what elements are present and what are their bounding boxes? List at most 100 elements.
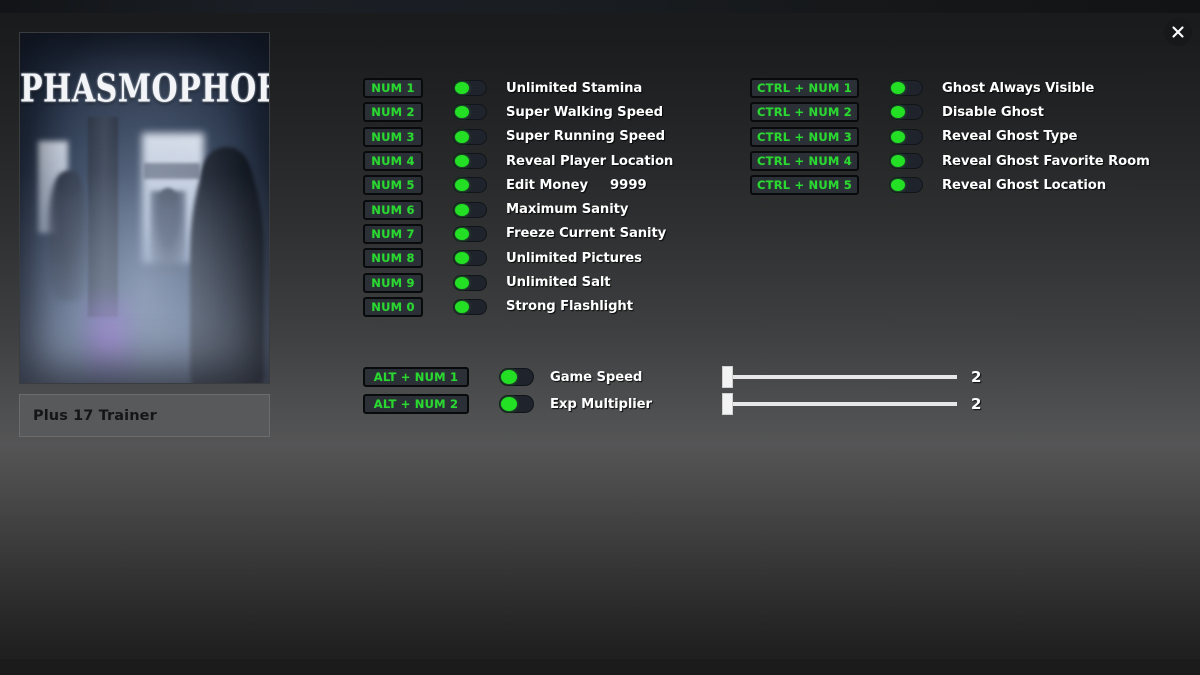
cheat-row: NUM 8 Unlimited Pictures [363,246,673,270]
toggle-knob [891,130,905,143]
cheat-label: Reveal Ghost Location [942,177,1107,193]
toggle-knob [891,82,905,95]
toggle-knob [455,106,469,119]
cheat-toggle[interactable] [889,104,923,121]
cheat-label: Unlimited Pictures [506,250,642,266]
toggle-knob [891,106,905,119]
cheat-row: NUM 7 Freeze Current Sanity [363,222,673,246]
toggle-knob [455,227,469,240]
trainer-name-label: Plus 17 Trainer [33,407,157,424]
cheat-value[interactable]: 9999 [610,178,647,193]
slider-thumb[interactable] [722,366,733,388]
hotkey-button[interactable]: NUM 0 [363,296,423,317]
cheat-toggle[interactable] [889,177,923,194]
slider-value: 2 [971,368,982,386]
hotkey-button[interactable]: CTRL + NUM 1 [750,78,859,99]
slider-thumb[interactable] [722,393,733,415]
toggle-knob [455,276,469,289]
cheat-toggle[interactable] [453,274,487,291]
toggle-knob [891,155,905,168]
slider-label: Exp Multiplier [550,396,652,412]
toggle-knob [501,397,517,411]
cheat-row: CTRL + NUM 1 Ghost Always Visible [750,76,1150,100]
cheat-toggle[interactable] [453,128,487,145]
cheat-row: NUM 5 Edit Money 9999 [363,173,673,197]
hotkey-button[interactable]: NUM 1 [363,78,423,99]
cheat-toggle[interactable] [453,80,487,97]
cheat-toggle[interactable] [453,225,487,242]
slider-row: ALT + NUM 1 Game Speed 2 [363,365,981,389]
toggle-knob [501,370,517,384]
hotkey-button[interactable]: NUM 5 [363,175,423,196]
cheat-label: Reveal Player Location [506,153,674,169]
close-button[interactable] [1164,18,1192,46]
slider-toggle[interactable] [499,368,534,386]
cheat-row: CTRL + NUM 4 Reveal Ghost Favorite Room [750,149,1150,173]
toggle-knob [891,179,905,192]
cheat-row: NUM 4 Reveal Player Location [363,149,673,173]
cheat-row: CTRL + NUM 2 Disable Ghost [750,100,1150,124]
slider-track[interactable] [722,366,957,388]
cheat-row: NUM 9 Unlimited Salt [363,270,673,294]
hotkey-button[interactable]: NUM 2 [363,102,423,123]
hotkey-button[interactable]: NUM 7 [363,223,423,244]
game-cover-panel: PHASMOPHOBIA Plus 17 Trainer [19,32,270,437]
toggle-knob [455,130,469,143]
hotkey-button[interactable]: CTRL + NUM 5 [750,175,859,196]
toggle-knob [455,155,469,168]
cheat-row: CTRL + NUM 3 Reveal Ghost Type [750,125,1150,149]
cheat-label: Unlimited Salt [506,275,611,291]
slider-value: 2 [971,395,982,413]
trainer-name-plate: Plus 17 Trainer [19,394,270,437]
cheat-column-left: NUM 1 Unlimited Stamina NUM 2 Super Walking… [363,76,673,319]
hotkey-button[interactable]: CTRL + NUM 4 [750,151,859,172]
toggle-knob [455,203,469,216]
cheat-label: Ghost Always Visible [942,80,1095,96]
cheat-toggle[interactable] [453,177,487,194]
cheat-toggle[interactable] [453,153,487,170]
toggle-knob [455,300,469,313]
cheat-toggle[interactable] [453,298,487,315]
hotkey-button[interactable]: NUM 3 [363,126,423,147]
cheat-label: Strong Flashlight [506,299,633,315]
hotkey-button[interactable]: ALT + NUM 2 [363,394,469,414]
hotkey-button[interactable]: CTRL + NUM 3 [750,126,859,147]
close-icon [1171,25,1185,39]
cheat-toggle[interactable] [453,201,487,218]
cheat-toggle[interactable] [889,128,923,145]
cheat-label: Disable Ghost [942,104,1044,120]
cheat-label: Freeze Current Sanity [506,226,667,242]
hotkey-button[interactable]: CTRL + NUM 2 [750,102,859,123]
toggle-knob [455,179,469,192]
slider-toggle[interactable] [499,395,534,413]
cheat-toggle[interactable] [889,80,923,97]
cheat-row: NUM 6 Maximum Sanity [363,197,673,221]
cheat-row: NUM 3 Super Running Speed [363,125,673,149]
slider-label: Game Speed [550,369,643,385]
cheat-row: CTRL + NUM 5 Reveal Ghost Location [750,173,1150,197]
hotkey-button[interactable]: NUM 6 [363,199,423,220]
slider-group: ALT + NUM 1 Game Speed 2 ALT + NUM 2 Exp Mul… [363,365,981,416]
cheat-toggle[interactable] [889,153,923,170]
cheat-toggle[interactable] [453,250,487,267]
cheat-label: Reveal Ghost Type [942,129,1078,145]
cheat-row: NUM 1 Unlimited Stamina [363,76,673,100]
hotkey-button[interactable]: ALT + NUM 1 [363,367,469,387]
hotkey-button[interactable]: NUM 8 [363,248,423,269]
hotkey-button[interactable]: NUM 9 [363,272,423,293]
cheat-toggle[interactable] [453,104,487,121]
game-title-logo: PHASMOPHOBIA [20,67,269,112]
cheat-label: Maximum Sanity [506,202,629,218]
hotkey-button[interactable]: NUM 4 [363,151,423,172]
game-cover-art: PHASMOPHOBIA [19,32,270,384]
cheat-label: Reveal Ghost Favorite Room [942,153,1150,169]
toggle-knob [455,82,469,95]
cheat-row: NUM 2 Super Walking Speed [363,100,673,124]
window-top-bar [0,0,1200,13]
cheat-label: Unlimited Stamina [506,80,643,96]
slider-track[interactable] [722,393,957,415]
cheat-label: Super Walking Speed [506,104,663,120]
window-bottom-bar [0,659,1200,675]
toggle-knob [455,252,469,265]
trainer-window: PHASMOPHOBIA Plus 17 Trainer NUM 1 Unlimi… [0,0,1200,675]
